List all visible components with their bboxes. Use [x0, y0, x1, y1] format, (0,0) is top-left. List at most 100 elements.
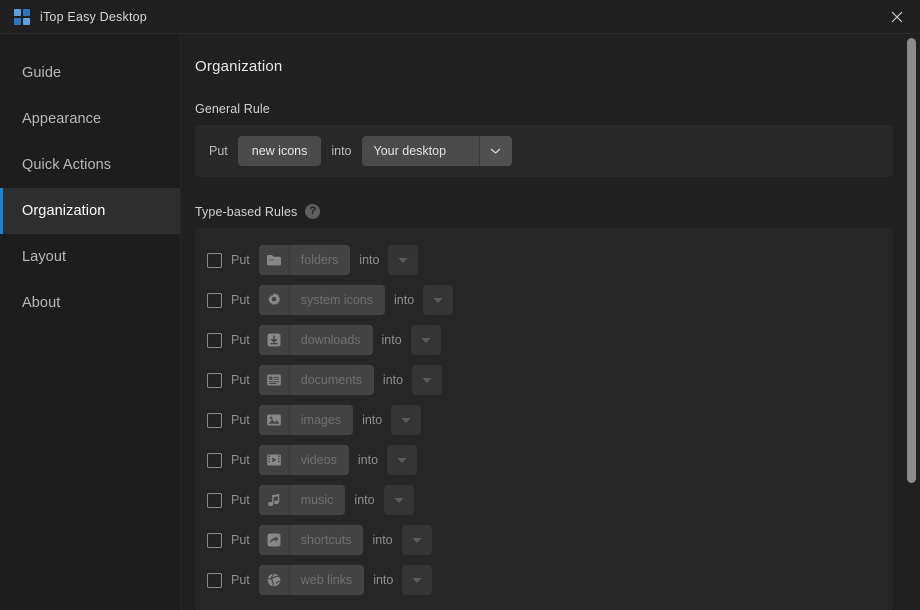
triangle-down-icon[interactable]: [402, 565, 433, 595]
sidebar-item-appearance[interactable]: Appearance: [0, 96, 180, 142]
rule-put-label: Put: [231, 373, 250, 387]
rule-checkbox-images[interactable]: [207, 412, 222, 428]
rule-type-label: web links: [289, 565, 365, 595]
title-bar: iTop Easy Desktop: [0, 0, 920, 34]
rule-put-label: Put: [231, 453, 250, 467]
general-rule-section-label: General Rule: [195, 102, 893, 116]
close-icon[interactable]: [874, 0, 920, 33]
triangle-down-icon[interactable]: [391, 405, 422, 435]
rule-type-label: folders: [289, 245, 351, 275]
rule-type-label: system icons: [289, 285, 386, 315]
triangle-down-icon[interactable]: [387, 445, 418, 475]
rule-type-label: shortcuts: [289, 525, 364, 555]
rule-type-pill-system-icons[interactable]: system icons: [258, 285, 386, 315]
rule-type-pill-music[interactable]: music: [258, 485, 346, 515]
rule-type-pill-shortcuts[interactable]: shortcuts: [258, 525, 364, 555]
type-rules-label-text: Type-based Rules: [195, 204, 298, 219]
question-mark-icon[interactable]: ?: [305, 204, 321, 219]
rule-checkbox-documents[interactable]: [207, 372, 222, 388]
type-rules-section-label: Type-based Rules ?: [195, 204, 893, 219]
sidebar-item-label: Guide: [22, 65, 62, 81]
rule-type-label: downloads: [289, 325, 373, 355]
rule-type-pill-documents[interactable]: documents: [258, 365, 374, 395]
window-body: Guide Appearance Quick Actions Organizat…: [0, 34, 920, 610]
sidebar-item-quick-actions[interactable]: Quick Actions: [0, 142, 180, 188]
shortcut-icon: [259, 525, 290, 555]
globe-icon: [259, 565, 290, 595]
rule-type-pill-folders[interactable]: folders: [258, 245, 351, 275]
rule-put-label: Put: [231, 333, 250, 347]
general-subject-pill[interactable]: new icons: [237, 136, 322, 166]
type-rules-card: Put folders into Put system icons into P…: [195, 228, 893, 610]
rule-into-label: into: [382, 373, 404, 387]
rule-checkbox-folders[interactable]: [207, 252, 222, 268]
rule-into-label: into: [357, 453, 379, 467]
sidebar: Guide Appearance Quick Actions Organizat…: [0, 34, 181, 610]
rule-type-pill-images[interactable]: images: [258, 405, 354, 435]
rule-type-label: videos: [289, 445, 349, 475]
rule-into-label: into: [354, 493, 375, 507]
rule-put-label: Put: [231, 413, 250, 427]
video-icon: [259, 445, 290, 475]
triangle-down-icon[interactable]: [388, 245, 419, 275]
table-row: Put images into: [195, 400, 893, 440]
rule-type-pill-web-links[interactable]: web links: [258, 565, 365, 595]
general-rule-card: Put new icons into Your desktop: [195, 125, 893, 177]
table-row: Put music into: [195, 480, 893, 520]
content-area: Organization General Rule Put new icons …: [181, 34, 920, 610]
sidebar-item-label: Organization: [22, 203, 106, 219]
document-icon: [259, 365, 290, 395]
sidebar-item-guide[interactable]: Guide: [0, 50, 180, 96]
rule-checkbox-system-icons[interactable]: [207, 292, 222, 308]
sidebar-item-label: Appearance: [22, 111, 102, 127]
rule-type-label: documents: [289, 365, 374, 395]
sidebar-item-label: Quick Actions: [22, 157, 112, 173]
rule-type-label: images: [289, 405, 354, 435]
rule-put-label: Put: [231, 493, 250, 507]
general-into-label: into: [331, 144, 352, 158]
triangle-down-icon[interactable]: [410, 325, 441, 355]
vertical-scrollbar[interactable]: [907, 38, 916, 606]
download-icon: [259, 325, 290, 355]
page-title: Organization: [195, 58, 283, 75]
sidebar-item-organization[interactable]: Organization: [0, 188, 180, 234]
image-icon: [259, 405, 290, 435]
general-rule-label-text: General Rule: [195, 102, 270, 116]
rule-type-label: music: [289, 485, 346, 515]
table-row: Put system icons into: [195, 280, 893, 320]
chevron-down-icon[interactable]: [479, 136, 512, 166]
rule-put-label: Put: [231, 253, 250, 267]
general-destination-dropdown[interactable]: Your desktop: [361, 136, 512, 166]
triangle-down-icon[interactable]: [412, 365, 443, 395]
sidebar-item-about[interactable]: About: [0, 280, 180, 326]
table-row: Put downloads into: [195, 320, 893, 360]
rule-into-label: into: [362, 413, 383, 427]
app-grid-icon: [14, 8, 30, 25]
music-icon: [259, 485, 290, 515]
rule-checkbox-music[interactable]: [207, 492, 222, 508]
rule-type-pill-downloads[interactable]: downloads: [258, 325, 373, 355]
table-row: Put folders into: [195, 240, 893, 280]
scrollbar-thumb[interactable]: [907, 38, 916, 483]
rule-checkbox-downloads[interactable]: [207, 332, 222, 348]
rule-checkbox-web-links[interactable]: [207, 572, 222, 588]
rule-type-pill-videos[interactable]: videos: [258, 445, 349, 475]
table-row: Put shortcuts into: [195, 520, 893, 560]
sidebar-item-label: Layout: [22, 249, 67, 265]
sidebar-item-layout[interactable]: Layout: [0, 234, 180, 280]
rule-checkbox-shortcuts[interactable]: [207, 532, 222, 548]
triangle-down-icon[interactable]: [423, 285, 454, 315]
general-destination-value: Your desktop: [362, 136, 480, 166]
rule-into-label: into: [394, 293, 415, 307]
table-row: Put: [195, 440, 893, 480]
triangle-down-icon[interactable]: [383, 485, 414, 515]
window-title: iTop Easy Desktop: [40, 9, 147, 24]
rule-into-label: into: [372, 533, 393, 547]
rule-into-label: into: [381, 333, 402, 347]
rule-checkbox-videos[interactable]: [207, 452, 222, 468]
triangle-down-icon[interactable]: [401, 525, 432, 555]
gear-icon: [259, 285, 290, 315]
table-row: Put: [195, 360, 893, 400]
rule-put-label: Put: [231, 573, 250, 587]
rule-into-label: into: [359, 253, 380, 267]
